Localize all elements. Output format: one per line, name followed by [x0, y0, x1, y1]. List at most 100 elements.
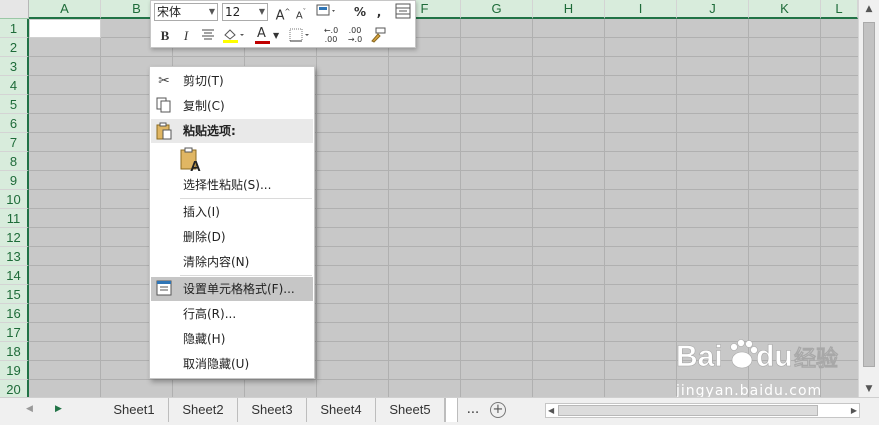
row-header-9[interactable]: 9: [0, 171, 29, 190]
row-header-3[interactable]: 3: [0, 57, 29, 76]
more-sheets-button[interactable]: ...: [464, 398, 482, 422]
svg-text:Bai: Bai: [676, 340, 723, 373]
font-color-icon[interactable]: A ▼: [254, 26, 282, 45]
row-header-7[interactable]: 7: [0, 133, 29, 152]
row-header-14[interactable]: 14: [0, 266, 29, 285]
mini-toolbar: 宋体 ▼ 12 ▼ A^ Aˇ % , B I A ▼ ←.0 .00 .00 …: [150, 0, 416, 48]
menu-item-copy[interactable]: 复制(C): [151, 94, 313, 118]
scroll-tabs-left-icon[interactable]: ◀: [26, 404, 33, 414]
decrease-font-size-icon[interactable]: Aˇ: [293, 3, 309, 21]
scroll-down-icon[interactable]: ▼: [863, 383, 875, 395]
increase-font-size-icon[interactable]: A^: [275, 3, 291, 23]
format-cells-icon: [155, 280, 173, 298]
column-header-g[interactable]: G: [461, 0, 533, 19]
format-painter-icon[interactable]: [369, 27, 387, 45]
sheet-tab-active[interactable]: [445, 398, 458, 422]
row-header-13[interactable]: 13: [0, 247, 29, 266]
borders-icon[interactable]: [288, 27, 312, 45]
menu-item-insert[interactable]: 插入(I): [151, 200, 313, 224]
menu-item-clear-contents[interactable]: 清除内容(N): [151, 250, 313, 274]
vertical-scrollbar[interactable]: ▲ ▼: [858, 0, 879, 397]
menu-item-cut[interactable]: ✂ 剪切(T): [151, 69, 313, 93]
row-header-11[interactable]: 11: [0, 209, 29, 228]
sheet-tab-sheet2[interactable]: Sheet2: [169, 398, 238, 422]
font-name-select[interactable]: 宋体 ▼: [154, 3, 218, 21]
menu-item-hide[interactable]: 隐藏(H): [151, 327, 313, 351]
sheet-tab-sheet3[interactable]: Sheet3: [238, 398, 307, 422]
scroll-up-icon[interactable]: ▲: [863, 3, 875, 15]
increase-decimal-icon[interactable]: ←.0.00: [321, 26, 341, 44]
row-header-10[interactable]: 10: [0, 190, 29, 209]
font-name-value: 宋体: [157, 5, 182, 19]
chevron-down-icon: ▼: [258, 7, 265, 16]
row-header-19[interactable]: 19: [0, 361, 29, 380]
row-header-8[interactable]: 8: [0, 152, 29, 171]
row-header-1[interactable]: 1: [0, 19, 29, 38]
font-color-swatch: [255, 41, 270, 44]
menu-item-delete[interactable]: 删除(D): [151, 225, 313, 249]
add-sheet-icon[interactable]: +: [490, 402, 506, 418]
merge-center-icon[interactable]: [394, 3, 412, 21]
menu-item-unhide-label: 取消隐藏(U): [183, 357, 250, 371]
menu-item-cut-label: 剪切(T): [183, 74, 224, 88]
bold-button[interactable]: B: [157, 27, 173, 45]
context-menu: ✂ 剪切(T) 复制(C) 粘贴选项: A 选择性粘贴(S)... 插入(I) …: [149, 66, 315, 379]
menu-item-copy-label: 复制(C): [183, 99, 225, 113]
font-size-select[interactable]: 12 ▼: [222, 3, 268, 21]
column-header-i[interactable]: I: [605, 0, 677, 19]
menu-item-format-cells[interactable]: 设置单元格格式(F)...: [151, 277, 313, 301]
column-header-l[interactable]: L: [821, 0, 858, 19]
clipboard-icon: [155, 122, 173, 140]
paste-values-icon[interactable]: A: [180, 147, 202, 175]
fill-color-icon[interactable]: [221, 27, 247, 45]
column-header-j[interactable]: J: [677, 0, 749, 19]
sheet-tab-sheet5[interactable]: Sheet5: [376, 398, 445, 422]
comma-style-button[interactable]: ,: [373, 3, 385, 21]
svg-text:经验: 经验: [794, 346, 838, 372]
horizontal-scroll-thumb[interactable]: [558, 405, 818, 416]
column-header-a[interactable]: A: [29, 0, 101, 19]
row-header-4[interactable]: 4: [0, 76, 29, 95]
menu-item-hide-label: 隐藏(H): [183, 332, 226, 346]
sheet-tab-bar: ◀ ▶ Sheet1 Sheet2 Sheet3 Sheet4 Sheet5 .…: [0, 397, 879, 425]
menu-item-row-height-label: 行高(R)...: [183, 307, 237, 321]
menu-item-unhide[interactable]: 取消隐藏(U): [151, 352, 313, 376]
sheet-tab-sheet1[interactable]: Sheet1: [100, 398, 169, 422]
active-cell-a1[interactable]: [29, 19, 101, 38]
menu-item-format-cells-label: 设置单元格格式(F)...: [183, 282, 295, 296]
menu-item-row-height[interactable]: 行高(R)...: [151, 302, 313, 326]
menu-item-paste-special[interactable]: 选择性粘贴(S)...: [151, 173, 313, 197]
scissors-icon: ✂: [158, 73, 170, 89]
scroll-tabs-right-icon[interactable]: ▶: [55, 404, 62, 414]
percent-style-button[interactable]: %: [352, 3, 368, 21]
row-headers: 1 2 3 4 5 6 7 8 9 10 11 12 13 14 15 16 1…: [0, 19, 29, 399]
row-header-16[interactable]: 16: [0, 304, 29, 323]
row-header-12[interactable]: 12: [0, 228, 29, 247]
column-header-k[interactable]: K: [749, 0, 821, 19]
italic-button[interactable]: I: [178, 27, 194, 45]
align-center-icon[interactable]: [199, 27, 217, 45]
copy-icon: [155, 97, 173, 115]
row-header-5[interactable]: 5: [0, 95, 29, 114]
column-header-h[interactable]: H: [533, 0, 605, 19]
menu-separator: [180, 198, 312, 199]
vertical-scroll-thumb[interactable]: [863, 22, 875, 367]
scroll-right-icon[interactable]: ▶: [851, 404, 857, 417]
select-all-corner[interactable]: [0, 0, 29, 19]
scroll-left-icon[interactable]: ◀: [548, 404, 554, 417]
sheet-tab-sheet4[interactable]: Sheet4: [307, 398, 376, 422]
menu-item-delete-label: 删除(D): [183, 230, 226, 244]
menu-item-clear-contents-label: 清除内容(N): [183, 255, 250, 269]
paste-options-header: 粘贴选项:: [151, 119, 313, 143]
row-header-17[interactable]: 17: [0, 323, 29, 342]
horizontal-scrollbar[interactable]: ◀ ▶: [545, 403, 860, 418]
menu-item-paste-special-label: 选择性粘贴(S)...: [183, 178, 272, 192]
row-header-15[interactable]: 15: [0, 285, 29, 304]
svg-text:du: du: [756, 340, 793, 373]
cell-style-icon[interactable]: [314, 3, 340, 21]
row-header-6[interactable]: 6: [0, 114, 29, 133]
menu-item-insert-label: 插入(I): [183, 205, 220, 219]
row-header-2[interactable]: 2: [0, 38, 29, 57]
row-header-18[interactable]: 18: [0, 342, 29, 361]
decrease-decimal-icon[interactable]: .00 →.0: [345, 26, 365, 44]
